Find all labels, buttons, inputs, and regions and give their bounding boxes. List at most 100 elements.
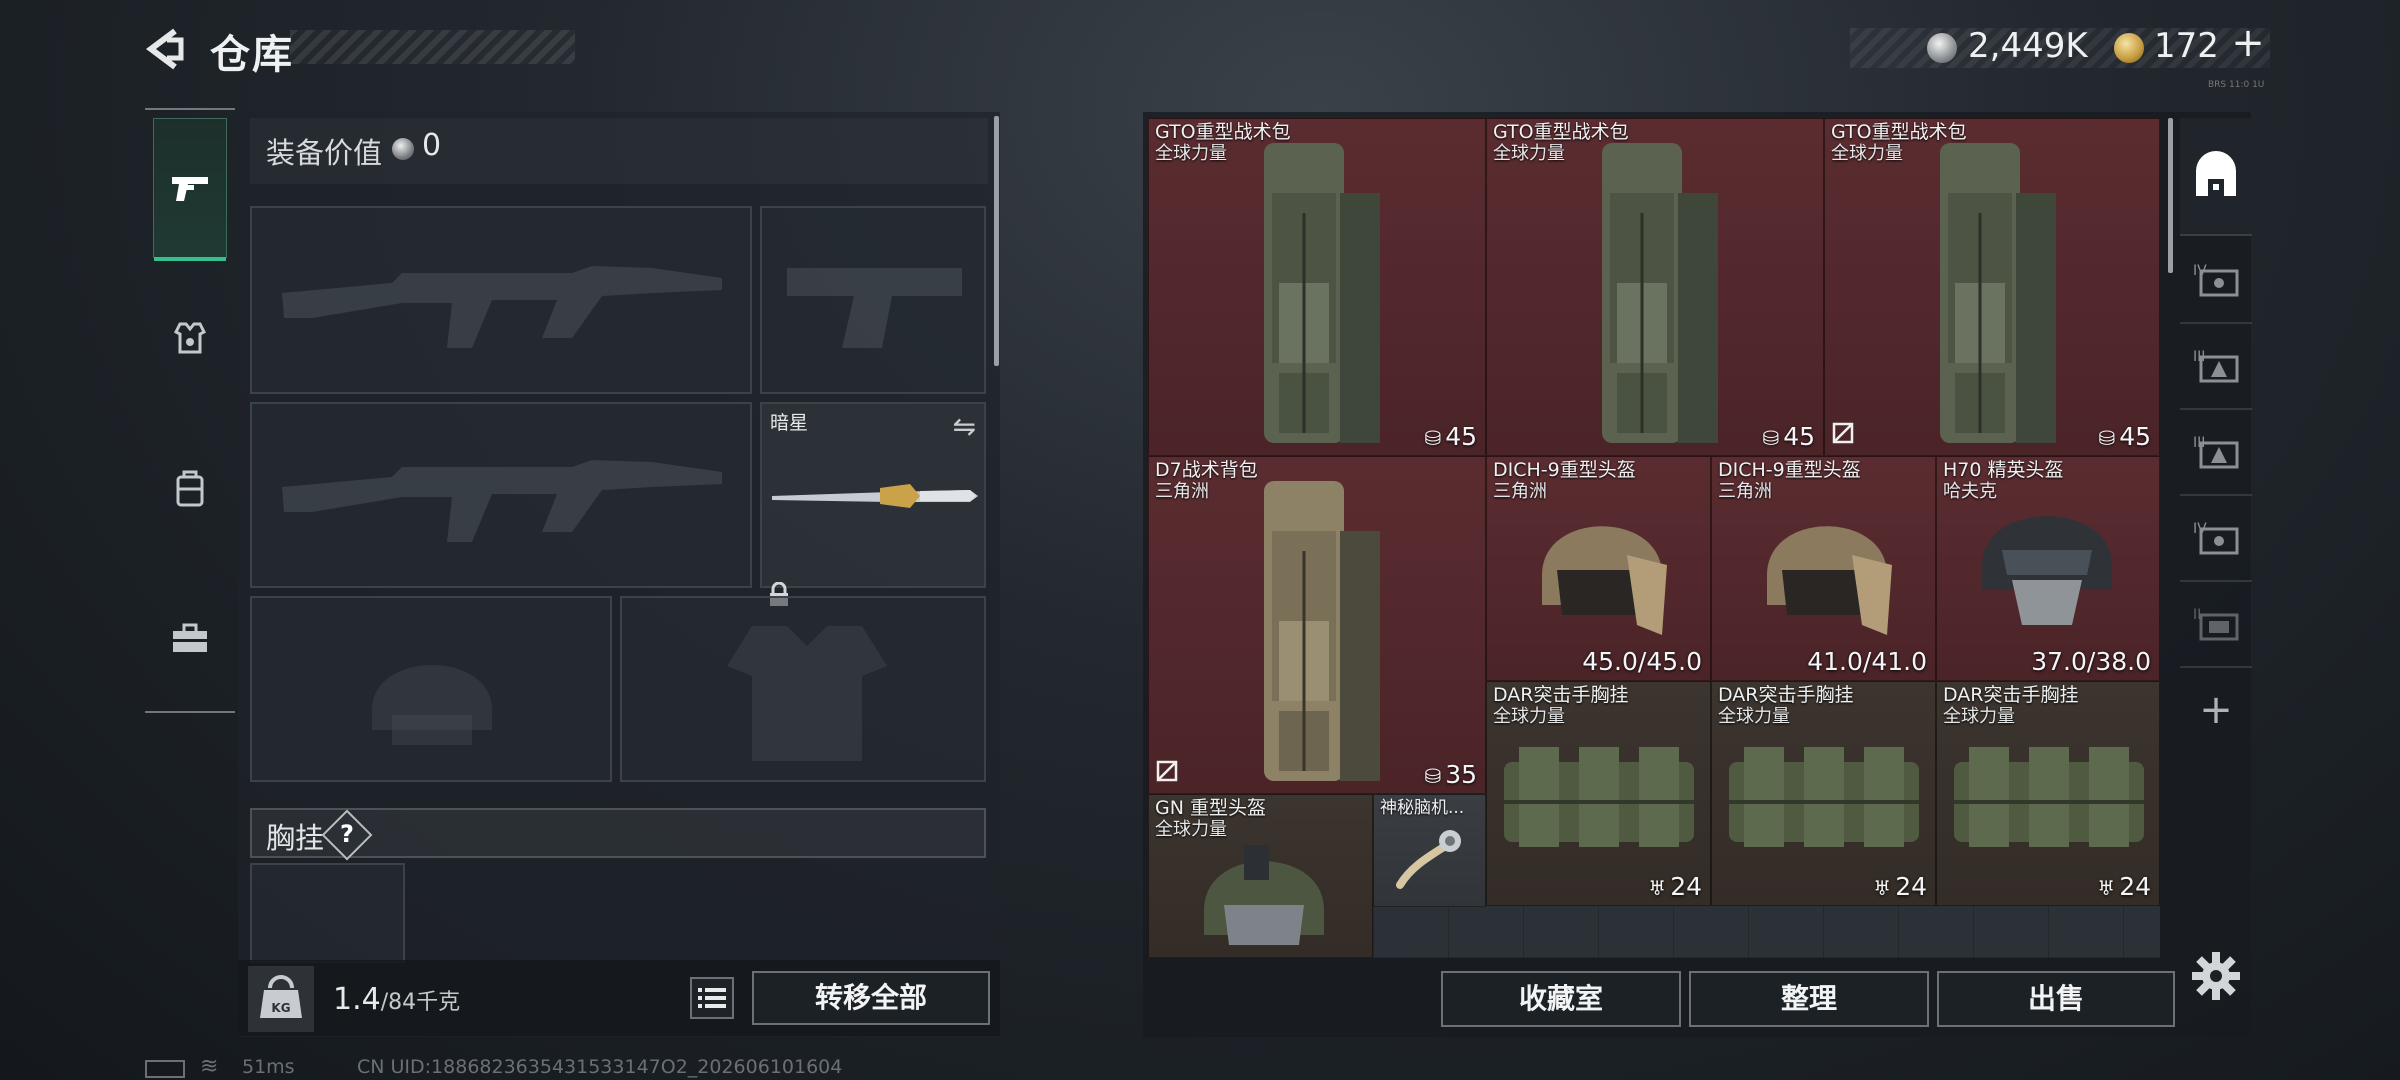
- add-storage-button[interactable]: +: [2180, 670, 2252, 750]
- add-currency-button[interactable]: +: [2228, 20, 2268, 66]
- backpack-icon: [176, 470, 204, 507]
- helmet-slot[interactable]: [250, 596, 612, 782]
- rig-capacity-icon: ♅: [1873, 876, 1892, 900]
- item-faction: 全球力量: [1493, 143, 1565, 164]
- item-capacity: ♅ 24: [1648, 872, 1702, 901]
- item-name: GN 重型头盔: [1155, 797, 1266, 819]
- weight-readout: 1.4/84千克: [333, 982, 460, 1017]
- item-faction: 全球力量: [1943, 706, 2015, 727]
- helmet-icon: [1204, 845, 1324, 945]
- melee-slot[interactable]: 暗星 ⇋: [760, 402, 986, 606]
- tab-storage-iii-b[interactable]: III: [2180, 412, 2252, 496]
- silver-coin-icon: [392, 138, 414, 160]
- item-faction: 三角洲: [1493, 481, 1547, 502]
- no-drop-icon: [1831, 421, 1855, 449]
- item-capacity: ♅ 24: [2097, 872, 2151, 901]
- secondary-weapon-slot[interactable]: [250, 402, 752, 588]
- rifle-silhouette-icon: [282, 266, 722, 348]
- pistol-silhouette-icon: [787, 268, 962, 348]
- help-icon[interactable]: ?: [329, 816, 365, 852]
- tab-storage-iii-a[interactable]: III: [2180, 326, 2252, 410]
- item-faction: 全球力量: [1493, 706, 1565, 727]
- equipment-value-label: 装备价值: [266, 136, 383, 170]
- swap-icon[interactable]: ⇋: [953, 410, 976, 443]
- primary-weapon-slot[interactable]: [250, 206, 752, 394]
- storage-item[interactable]: GN 重型头盔 全球力量: [1148, 794, 1373, 958]
- tab-storage-iv-a[interactable]: IV: [2180, 240, 2252, 324]
- no-drop-icon: [1155, 759, 1179, 787]
- svg-text:IV: IV: [2193, 263, 2207, 279]
- backpack-icon: [1940, 143, 2056, 443]
- body-armor-slot[interactable]: [620, 596, 986, 782]
- pistol-icon: [172, 177, 208, 201]
- chest-rig-icon: [1504, 747, 1694, 847]
- storage-level-ii-icon: II: [2193, 607, 2239, 641]
- item-capacity: ⛁ 45: [1424, 422, 1477, 451]
- item-capacity: ⛁ 45: [2098, 422, 2151, 451]
- equipment-scrollbar[interactable]: [994, 116, 999, 366]
- pistol-slot[interactable]: [760, 206, 986, 394]
- tab-toolbox[interactable]: [153, 568, 227, 708]
- tab-storage-ii[interactable]: II: [2180, 584, 2252, 668]
- knife-icon: [772, 484, 978, 508]
- chest-rig-slot[interactable]: [250, 863, 405, 963]
- weight-max: /84千克: [380, 990, 461, 1015]
- sell-button[interactable]: 出售: [1937, 971, 2175, 1027]
- item-durability: 45.0/45.0: [1582, 647, 1702, 676]
- storage-item[interactable]: GTO重型战术包 全球力量 ⛁ 45: [1824, 118, 2160, 456]
- storage-item[interactable]: DICH-9重型头盔 三角洲 45.0/45.0: [1486, 456, 1711, 681]
- tab-backpack[interactable]: [153, 418, 227, 558]
- item-name: D7战术背包: [1155, 459, 1258, 481]
- tab-weapons[interactable]: [153, 118, 227, 261]
- page-title: 仓库: [210, 32, 294, 78]
- gear-icon[interactable]: [2190, 950, 2242, 1002]
- transfer-all-button[interactable]: 转移全部: [752, 971, 990, 1025]
- gold-amount: 172: [2154, 26, 2219, 66]
- chest-rig-label: 胸挂: [266, 821, 325, 855]
- storage-item[interactable]: 神秘脑机...: [1373, 794, 1486, 907]
- item-name: DAR突击手胸挂: [1493, 684, 1629, 706]
- item-name: 神秘脑机...: [1380, 798, 1465, 818]
- item-capacity: ♅ 24: [1873, 872, 1927, 901]
- storage-level-iv-icon: IV: [2193, 263, 2239, 297]
- storage-item[interactable]: H70 精英头盔 哈夫克 37.0/38.0: [1936, 456, 2160, 681]
- item-durability: 37.0/38.0: [2031, 647, 2151, 676]
- brain-chip-icon: [1396, 830, 1461, 889]
- capacity-icon: ⛁: [2098, 426, 2116, 450]
- armor-icon: [173, 322, 207, 354]
- svg-text:III: III: [2193, 435, 2205, 451]
- battery-icon: [145, 1060, 185, 1078]
- back-arrow-icon[interactable]: [145, 28, 185, 70]
- backpack-icon: [1264, 481, 1380, 781]
- storage-item[interactable]: DAR突击手胸挂 全球力量 ♅ 24: [1936, 681, 2160, 906]
- svg-text:II: II: [2193, 607, 2201, 623]
- storage-item[interactable]: GTO重型战术包 全球力量 ⛁ 45: [1486, 118, 1824, 456]
- item-name: DICH-9重型头盔: [1493, 459, 1636, 481]
- collection-room-button[interactable]: 收藏室: [1441, 971, 1681, 1027]
- item-name: DAR突击手胸挂: [1943, 684, 2079, 706]
- tab-storage-iv-b[interactable]: IV: [2180, 498, 2252, 582]
- storage-scrollbar[interactable]: [2168, 118, 2173, 273]
- item-name: DICH-9重型头盔: [1718, 459, 1861, 481]
- item-name: GTO重型战术包: [1155, 121, 1291, 143]
- user-uid: CN UID:1886823635431533147O2_20260610160…: [357, 1056, 843, 1078]
- helmet-icon: [1542, 526, 1667, 635]
- storage-level-iii-icon: III: [2193, 435, 2239, 469]
- ping-readout: 51ms: [242, 1056, 295, 1078]
- storage-item[interactable]: DAR突击手胸挂 全球力量 ♅ 24: [1486, 681, 1711, 906]
- build-code: BRS 11:0 1U: [2208, 80, 2265, 90]
- weight-icon: KG: [248, 966, 314, 1032]
- item-faction: 三角洲: [1718, 481, 1772, 502]
- tab-armor[interactable]: [153, 268, 227, 408]
- sort-button[interactable]: 整理: [1689, 971, 1929, 1027]
- warehouse-icon: [2196, 151, 2236, 196]
- storage-item[interactable]: DAR突击手胸挂 全球力量 ♅ 24: [1711, 681, 1936, 906]
- rig-capacity-icon: ♅: [1648, 876, 1667, 900]
- silver-coin-icon: [1927, 33, 1957, 63]
- list-view-button[interactable]: [690, 977, 734, 1019]
- storage-item[interactable]: GTO重型战术包 全球力量 ⛁ 45: [1148, 118, 1486, 456]
- storage-item[interactable]: D7战术背包 三角洲 ⛁ 35: [1148, 456, 1486, 794]
- storage-item[interactable]: DICH-9重型头盔 三角洲 41.0/41.0: [1711, 456, 1936, 681]
- item-name: DAR突击手胸挂: [1718, 684, 1854, 706]
- tab-storage-main[interactable]: [2180, 118, 2252, 236]
